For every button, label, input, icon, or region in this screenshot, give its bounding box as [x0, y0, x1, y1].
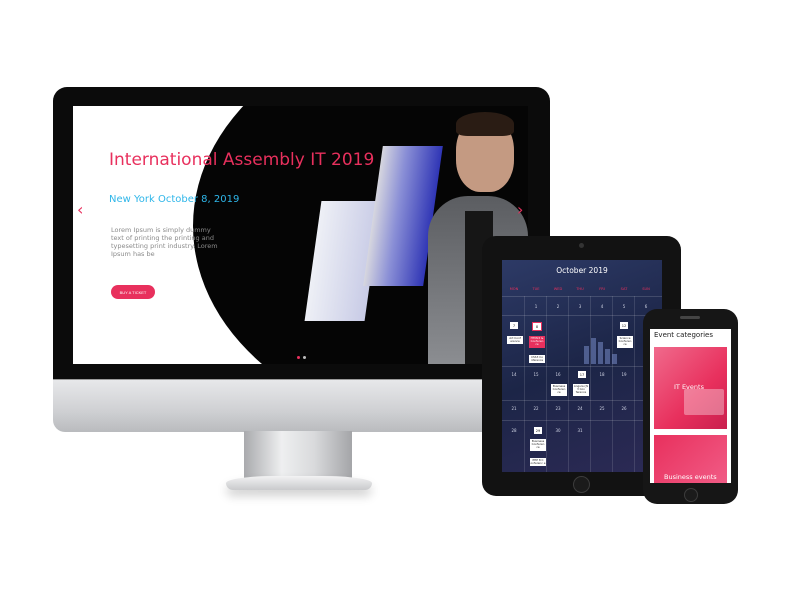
- calendar-event[interactable]: CSS3 Co nference: [529, 355, 545, 364]
- hero-title: International Assembly IT 2019: [109, 150, 375, 170]
- hero-subtitle: New York October 8, 2019: [109, 194, 240, 205]
- calendar-day[interactable]: 1: [526, 304, 546, 309]
- calendar-grid-line: [546, 296, 547, 472]
- phone-screen: Event categories IT Events Business even…: [650, 329, 731, 483]
- calendar-event[interactable]: Business Conferen ce: [530, 439, 546, 451]
- weekday-header: SUN: [642, 287, 650, 291]
- tablet-screen: October 2019 MON TUE WED THU FRI SAT SUN…: [502, 260, 662, 472]
- slider-dot[interactable]: [303, 356, 306, 359]
- calendar-event[interactable]: HTML5 & Conferen ce: [529, 336, 545, 348]
- weekday-header: SAT: [620, 287, 628, 291]
- chart-bar: [591, 338, 596, 364]
- slider-dot-active[interactable]: [297, 356, 300, 359]
- calendar-day[interactable]: 4: [592, 304, 612, 309]
- calendar-event[interactable]: Angula rJS 3 Con ference: [573, 384, 589, 396]
- tablet-home-button: [573, 476, 590, 493]
- phone-home-button: [684, 488, 698, 502]
- calendar-grid-line: [634, 296, 635, 472]
- calendar-day[interactable]: 15: [526, 372, 546, 377]
- chart-bar: [598, 342, 603, 364]
- calendar-grid-line: [612, 296, 613, 472]
- weekday-header: FRI: [599, 287, 605, 291]
- tablet-camera: [579, 243, 584, 248]
- calendar-day[interactable]: 6: [636, 304, 656, 309]
- calendar-day[interactable]: 5: [614, 304, 634, 309]
- calendar-day[interactable]: 3: [570, 304, 590, 309]
- speaker-hair: [456, 112, 514, 136]
- weekday-header: WED: [553, 287, 563, 291]
- monitor-stand: [244, 431, 352, 479]
- calendar-day-badge[interactable]: 29: [534, 427, 542, 434]
- calendar-day[interactable]: 16: [548, 372, 568, 377]
- calendar-day[interactable]: 18: [592, 372, 612, 377]
- calendar-grid-line: [502, 366, 662, 367]
- calendar-event[interactable]: Business Conferen ce: [551, 384, 567, 396]
- weekday-header: THU: [576, 287, 584, 291]
- category-label: Business events: [664, 473, 717, 481]
- chart-bar: [584, 346, 589, 364]
- calendar-grid-line: [524, 296, 525, 472]
- calendar-day-badge[interactable]: 12: [620, 322, 628, 329]
- calendar-event[interactable]: Science Conferen ce: [617, 336, 633, 348]
- calendar-day-badge[interactable]: 7: [510, 322, 518, 329]
- chart-bar: [605, 349, 610, 364]
- chart-bar: [612, 354, 617, 364]
- weekday-header: TUE: [532, 287, 540, 291]
- calendar-day[interactable]: 24: [570, 406, 590, 411]
- calendar-grid-line: [590, 296, 591, 472]
- laptop-image: [684, 389, 724, 415]
- calendar-title: October 2019: [556, 266, 608, 275]
- chevron-right-icon[interactable]: ›: [517, 200, 523, 219]
- calendar-day[interactable]: 19: [614, 372, 634, 377]
- calendar-grid-line: [568, 296, 569, 472]
- phone-speaker: [680, 316, 700, 319]
- calendar-day[interactable]: 31: [570, 428, 590, 433]
- calendar-day[interactable]: 25: [592, 406, 612, 411]
- buy-ticket-button[interactable]: BUY A TICKET: [111, 285, 155, 299]
- calendar-event[interactable]: PHP 8 C onferenc e: [530, 458, 546, 467]
- calendar-day[interactable]: 23: [548, 406, 568, 411]
- category-label: IT Events: [674, 383, 704, 391]
- calendar-day-badge[interactable]: 8: [532, 322, 542, 331]
- section-heading: Event categories: [654, 331, 713, 339]
- calendar-day[interactable]: 21: [504, 406, 524, 411]
- monitor-chin: [53, 379, 550, 432]
- calendar-day[interactable]: 22: [526, 406, 546, 411]
- calendar-grid-line: [502, 420, 662, 421]
- category-card-business-events[interactable]: Business events: [654, 435, 727, 483]
- calendar-event[interactable]: Art Conf erence: [507, 336, 523, 345]
- calendar-day[interactable]: 30: [548, 428, 568, 433]
- calendar-day[interactable]: 14: [504, 372, 524, 377]
- chevron-left-icon[interactable]: ‹: [77, 200, 83, 219]
- desktop-screen: International Assembly IT 2019 New York …: [73, 106, 528, 364]
- calendar-day-badge[interactable]: 17: [578, 371, 586, 378]
- hero-body-text: Lorem Ipsum is simply dummy text of prin…: [111, 226, 218, 258]
- category-card-it-events[interactable]: IT Events: [654, 347, 727, 429]
- calendar-grid-line: [502, 400, 662, 401]
- calendar-day[interactable]: 26: [614, 406, 634, 411]
- monitor-base: [226, 476, 372, 490]
- weekday-header: MON: [509, 287, 519, 291]
- calendar-day[interactable]: 2: [548, 304, 568, 309]
- calendar-grid-line: [502, 296, 662, 297]
- calendar-day[interactable]: 28: [504, 428, 524, 433]
- calendar-grid-line: [502, 315, 662, 316]
